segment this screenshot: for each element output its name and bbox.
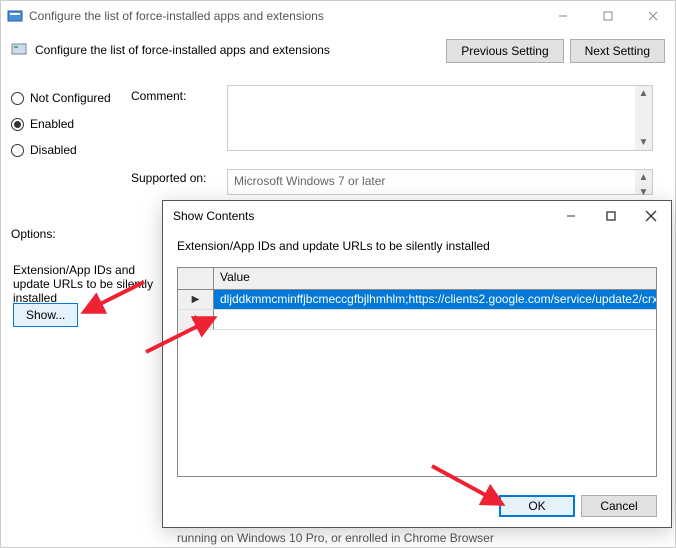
dialog-window-controls xyxy=(551,202,671,230)
radio-enabled[interactable]: Enabled xyxy=(11,111,111,137)
header-section: Configure the list of force-installed ap… xyxy=(1,31,675,63)
dialog-maximize-button[interactable] xyxy=(591,202,631,230)
dialog-close-button[interactable] xyxy=(631,202,671,230)
grid-cell-empty[interactable] xyxy=(214,310,656,330)
radio-icon xyxy=(11,118,24,131)
show-button[interactable]: Show... xyxy=(13,303,78,327)
grid-cell-value[interactable]: dljddkmmcminffjbcmeccgfbjlhmhlm;https://… xyxy=(214,290,656,310)
dialog-title: Show Contents xyxy=(173,209,551,223)
grid-row-new[interactable]: ✱ xyxy=(178,310,656,330)
title-bar: Configure the list of force-installed ap… xyxy=(1,1,675,31)
minimize-button[interactable] xyxy=(540,1,585,31)
nav-buttons: Previous Setting Next Setting xyxy=(446,39,665,63)
dialog-subtitle: Extension/App IDs and update URLs to be … xyxy=(163,231,671,261)
close-button[interactable] xyxy=(630,1,675,31)
supported-on-label: Supported on: xyxy=(131,171,206,185)
dialog-title-bar: Show Contents xyxy=(163,201,671,231)
supported-on-field: Microsoft Windows 7 or later ▲ ▼ xyxy=(227,169,653,195)
comment-textarea[interactable]: ▲ ▼ xyxy=(227,85,653,151)
scroll-up-icon: ▲ xyxy=(637,86,651,101)
grid-column-header[interactable]: Value xyxy=(214,268,656,290)
grid-row-selected[interactable]: ▶ dljddkmmcminffjbcmeccgfbjlhmhlm;https:… xyxy=(178,290,656,310)
value-grid[interactable]: Value ▶ dljddkmmcminffjbcmeccgfbjlhmhlm;… xyxy=(177,267,657,477)
maximize-button[interactable] xyxy=(585,1,630,31)
next-setting-button[interactable]: Next Setting xyxy=(570,39,665,63)
radio-not-configured[interactable]: Not Configured xyxy=(11,85,111,111)
state-radio-group: Not Configured Enabled Disabled xyxy=(11,85,111,163)
radio-label: Enabled xyxy=(30,117,74,131)
cancel-button[interactable]: Cancel xyxy=(581,495,657,517)
options-description: Extension/App IDs and update URLs to be … xyxy=(13,263,173,305)
ok-button[interactable]: OK xyxy=(499,495,575,517)
radio-label: Disabled xyxy=(30,143,77,157)
comment-label: Comment: xyxy=(131,89,186,103)
dialog-minimize-button[interactable] xyxy=(551,202,591,230)
app-icon xyxy=(7,8,23,24)
current-row-icon: ▶ xyxy=(192,294,200,305)
previous-setting-button[interactable]: Previous Setting xyxy=(446,39,563,63)
scrollbar[interactable]: ▲ ▼ xyxy=(635,86,652,150)
scrollbar[interactable]: ▲ ▼ xyxy=(635,170,652,194)
new-row-icon: ✱ xyxy=(192,314,200,325)
row-indicator[interactable]: ▶ xyxy=(178,290,214,310)
grid-corner xyxy=(178,268,214,290)
grid-header: Value xyxy=(178,268,656,290)
dialog-buttons: OK Cancel xyxy=(499,495,657,517)
options-label: Options: xyxy=(11,227,56,241)
radio-icon xyxy=(11,144,24,157)
help-text-fragment: running on Windows 10 Pro, or enrolled i… xyxy=(177,531,494,545)
show-contents-dialog: Show Contents Extension/App IDs and upda… xyxy=(162,200,672,528)
scroll-down-icon: ▼ xyxy=(637,185,651,200)
policy-title: Configure the list of force-installed ap… xyxy=(35,39,446,57)
window-controls xyxy=(540,1,675,31)
supported-on-text: Microsoft Windows 7 or later xyxy=(234,174,385,188)
policy-icon xyxy=(11,41,27,57)
radio-label: Not Configured xyxy=(30,91,111,105)
row-indicator[interactable]: ✱ xyxy=(178,310,214,330)
scroll-down-icon: ▼ xyxy=(637,135,651,150)
radio-disabled[interactable]: Disabled xyxy=(11,137,111,163)
window-title: Configure the list of force-installed ap… xyxy=(29,9,540,23)
radio-icon xyxy=(11,92,24,105)
scroll-up-icon: ▲ xyxy=(637,170,651,185)
